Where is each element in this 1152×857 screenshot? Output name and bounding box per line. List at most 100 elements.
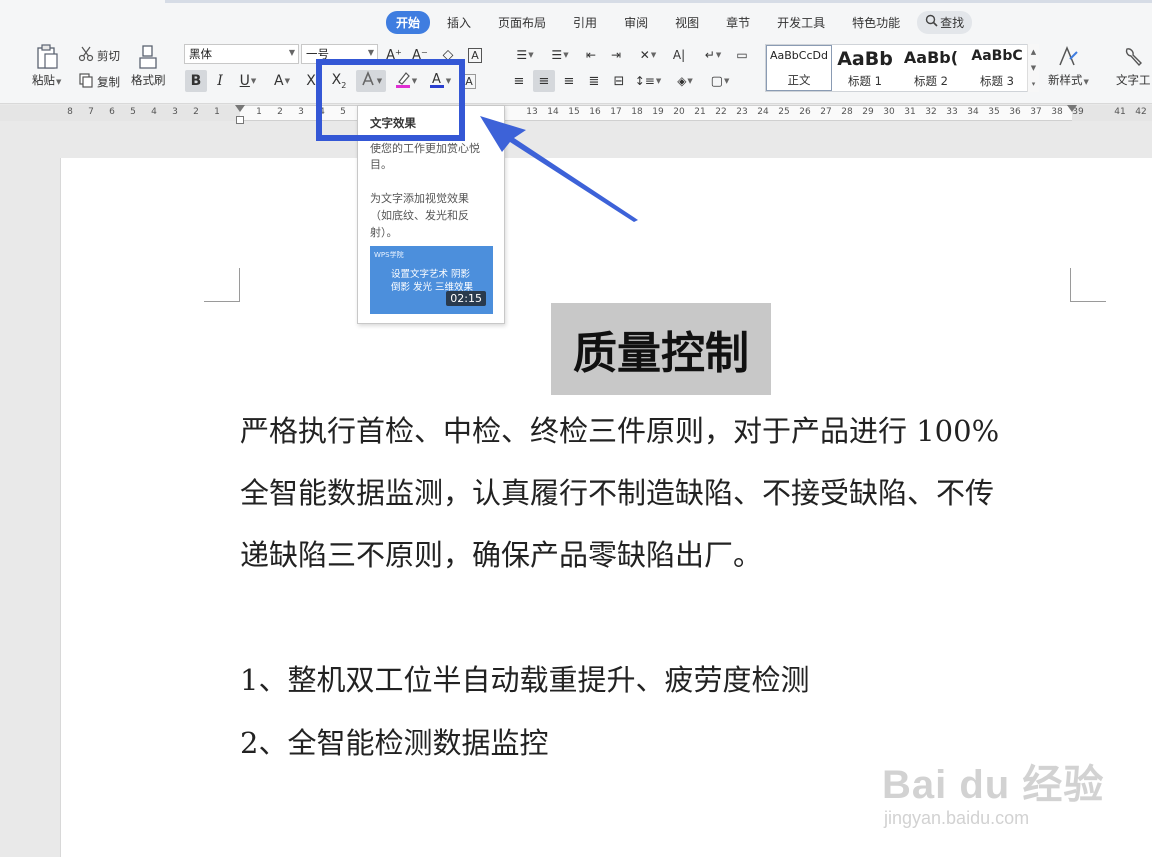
search-button[interactable]: 查找 (917, 10, 973, 34)
font-name-combo[interactable]: 黑体 ▼ (184, 44, 299, 64)
numbering-icon: ☰ (551, 48, 563, 62)
ruler-tick-label: 34 (967, 107, 979, 117)
cut-icon (78, 46, 94, 65)
shading-button[interactable]: ◈ ▼ (670, 70, 700, 92)
ruler-tick-label: 3 (172, 107, 178, 117)
tab-special[interactable]: 特色功能 (842, 11, 910, 34)
right-indent-marker[interactable] (1067, 105, 1077, 112)
list-item[interactable]: 1、整机双工位半自动载重提升、疲劳度检测 (240, 657, 809, 699)
italic-button[interactable]: I (209, 70, 231, 92)
tab-review[interactable]: 审阅 (614, 11, 658, 34)
decrease-indent-icon: ⇤ (585, 48, 597, 62)
copy-label: 复制 (97, 74, 120, 89)
ruler-tick-label: 5 (130, 107, 136, 117)
decrease-indent-button[interactable]: ⇤ (580, 44, 602, 66)
new-style-label: 新样式 (1048, 73, 1083, 87)
ruler-tick-label: 22 (715, 107, 727, 117)
style-name: 标题 2 (914, 74, 948, 88)
table-grid-button[interactable]: ▭ (731, 44, 753, 66)
chinese-layout-icon: ✕ (639, 48, 650, 62)
format-painter-button[interactable]: 格式刷 (131, 44, 166, 88)
ruler-tick-label: 30 (883, 107, 895, 117)
chinese-layout-button[interactable]: ✕ ▼ (633, 44, 663, 66)
copy-button[interactable]: 复制 (78, 72, 120, 91)
tooltip-text: 目。 (370, 158, 392, 171)
chevron-down-icon: ▼ (367, 48, 374, 57)
ruler-tick-label: 6 (109, 107, 115, 117)
bullets-button[interactable]: ☰ ▼ (510, 44, 540, 66)
ruler-tick-label: 38 (1051, 107, 1063, 117)
expand-icon: ▾ (1031, 80, 1036, 88)
style-normal[interactable]: AaBbCcDd 正文 (766, 45, 832, 91)
ruler-tick-label: 1 (214, 107, 220, 117)
new-style-button[interactable]: 新样式▼ (1048, 44, 1089, 88)
numbering-button[interactable]: ☰ ▼ (545, 44, 575, 66)
format-painter-label: 格式刷 (131, 73, 166, 87)
bold-icon: B (190, 73, 202, 89)
left-indent-marker[interactable] (236, 116, 244, 124)
tooltip-text: 射）。 (370, 226, 398, 239)
ruler-tick-label: 2 (193, 107, 199, 117)
paragraph-line[interactable]: 全智能数据监测，认真履行不制造缺陷、不接受缺陷、不传 (240, 470, 994, 512)
tab-insert[interactable]: 插入 (437, 11, 481, 34)
cut-button[interactable]: 剪切 (78, 46, 120, 65)
tab-section[interactable]: 章节 (716, 11, 760, 34)
align-right-button[interactable]: ≡ (558, 70, 580, 92)
style-heading-1[interactable]: AaBb 标题 1 (832, 45, 898, 91)
list-item[interactable]: 2、全智能检测数据监控 (240, 720, 548, 762)
style-preview: AaBb (837, 48, 893, 70)
bold-button[interactable]: B (185, 70, 207, 92)
video-caption: 设置文字艺术 阴影 (391, 269, 471, 280)
ruler-tick-label: 32 (925, 107, 937, 117)
ribbon-top-border (165, 0, 1152, 3)
tooltip-text: 为文字添加视觉效果 (370, 192, 469, 205)
paste-button[interactable]: 粘贴▼ (32, 44, 61, 88)
watermark-logo: Bai du 经验 (882, 763, 1105, 807)
ruler-tick-label: 42 (1135, 107, 1147, 117)
align-left-button[interactable]: ≡ (508, 70, 530, 92)
line-spacing-button[interactable]: ↕≡ ▼ (633, 70, 663, 92)
ruler-tick-label: 26 (799, 107, 811, 117)
crop-mark-top-left (204, 268, 240, 302)
ribbon: 开始 插入 页面布局 引用 审阅 视图 章节 开发工具 特色功能 查找 粘贴▼ … (0, 0, 1152, 104)
wrench-icon (1120, 44, 1146, 70)
ruler-tick-label: 21 (694, 107, 706, 117)
char-border-button[interactable]: A (464, 44, 486, 66)
tab-page-layout[interactable]: 页面布局 (488, 11, 556, 34)
first-line-indent-marker[interactable] (235, 105, 245, 112)
align-center-button[interactable]: ≡ (533, 70, 555, 92)
paste-icon (34, 44, 60, 70)
ruler-tick-label: 19 (652, 107, 664, 117)
style-heading-3[interactable]: AaBbC 标题 3 (964, 45, 1030, 91)
tab-references[interactable]: 引用 (563, 11, 607, 34)
tooltip-video-thumbnail[interactable]: WPS学院 设置文字艺术 阴影 倒影 发光 三维效果 02:15 (370, 246, 493, 314)
style-name: 标题 3 (980, 74, 1014, 88)
paragraph-line[interactable]: 递缺陷三不原则，确保产品零缺陷出厂。 (240, 532, 762, 574)
search-icon (925, 14, 938, 30)
line-break-button[interactable]: ↵ ▼ (698, 44, 728, 66)
ruler-tick-label: 33 (946, 107, 958, 117)
borders-button[interactable]: ▢ ▼ (705, 70, 735, 92)
ruler-tick-label: 31 (904, 107, 916, 117)
char-border-icon: A (468, 47, 482, 63)
text-tools-button[interactable]: 文字工 (1116, 44, 1151, 88)
increase-indent-button[interactable]: ⇥ (605, 44, 627, 66)
distributed-button[interactable]: ⊟ (608, 70, 630, 92)
style-heading-2[interactable]: AaBb( 标题 2 (898, 45, 964, 91)
text-effect-a-button[interactable]: A ▼ (267, 70, 297, 92)
document-heading[interactable]: 质量控制 (551, 303, 771, 395)
tab-home[interactable]: 开始 (386, 10, 431, 34)
tab-developer[interactable]: 开发工具 (767, 11, 835, 34)
underline-button[interactable]: U ▼ (233, 70, 263, 92)
text-direction-button[interactable]: A| (668, 44, 690, 66)
ruler-tick-label: 37 (1030, 107, 1042, 117)
strikethrough-icon: X (306, 73, 316, 89)
paragraph-line[interactable]: 严格执行首检、中检、终检三件原则，对于产品进行 100% (240, 408, 999, 450)
tab-view[interactable]: 视图 (665, 11, 709, 34)
justify-button[interactable]: ≣ (583, 70, 605, 92)
ruler-tick-label: 36 (1009, 107, 1021, 117)
text-outline-icon: A (274, 73, 284, 89)
styles-scrollbar[interactable]: ▲ ▼ ▾ (1027, 44, 1039, 92)
line-spacing-icon: ↕≡ (634, 74, 655, 88)
paste-label: 粘贴 (32, 73, 55, 87)
